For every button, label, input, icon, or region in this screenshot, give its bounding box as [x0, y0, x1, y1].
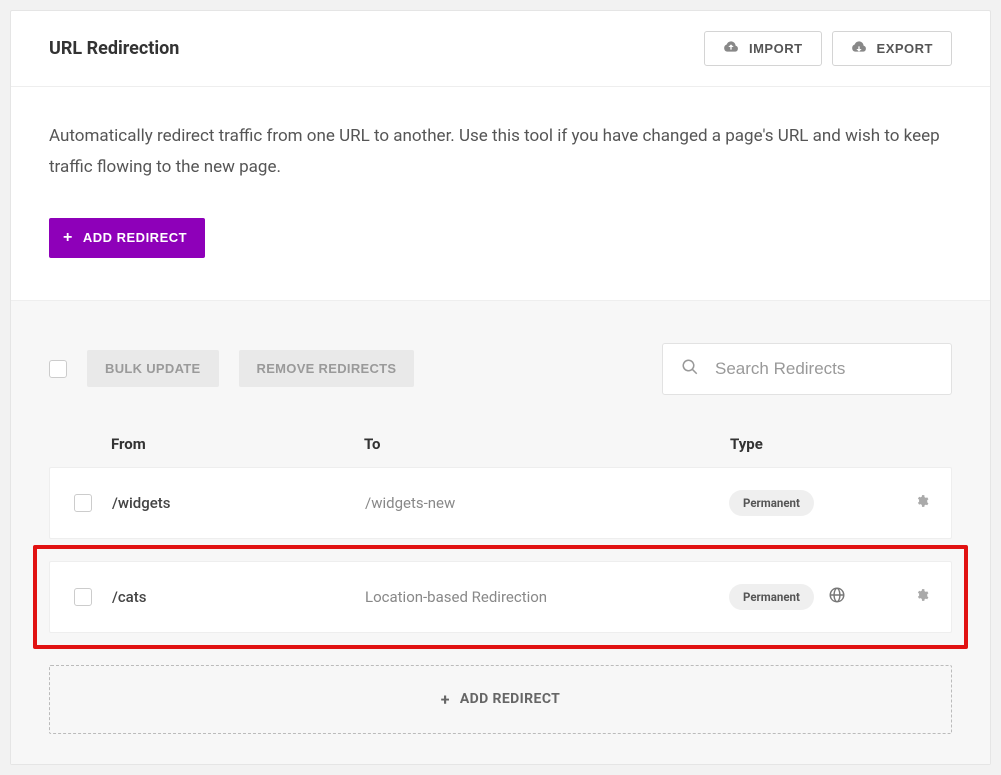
column-headers: From To Type	[49, 435, 952, 467]
add-redirect-row[interactable]: + ADD REDIRECT	[49, 665, 952, 734]
row-to: /widgets-new	[365, 494, 729, 512]
col-header-from: From	[111, 435, 364, 453]
redirect-row: /cats Location-based Redirection Permane…	[49, 561, 952, 633]
col-header-to: To	[364, 435, 730, 453]
remove-redirects-button[interactable]: REMOVE REDIRECTS	[239, 350, 415, 387]
gear-icon[interactable]	[915, 493, 929, 512]
search-container[interactable]	[662, 343, 952, 395]
row-from: /widgets	[112, 494, 365, 512]
bulk-update-button[interactable]: BULK UPDATE	[87, 350, 219, 387]
url-redirection-card: URL Redirection IMPORT EXPORT Automatica…	[10, 10, 991, 765]
add-redirect-button[interactable]: + ADD REDIRECT	[49, 218, 205, 258]
row-to: Location-based Redirection	[365, 588, 729, 606]
cloud-upload-icon	[723, 41, 739, 56]
gear-icon[interactable]	[915, 587, 929, 606]
redirect-list-area: BULK UPDATE REMOVE REDIRECTS From To Typ…	[11, 301, 990, 764]
card-header: URL Redirection IMPORT EXPORT	[11, 11, 990, 87]
import-button[interactable]: IMPORT	[704, 31, 822, 66]
cloud-download-icon	[851, 41, 867, 56]
row-checkbox[interactable]	[74, 588, 92, 606]
export-label: EXPORT	[877, 41, 933, 56]
type-badge: Permanent	[729, 584, 814, 610]
header-actions: IMPORT EXPORT	[704, 31, 952, 66]
row-from: /cats	[112, 588, 365, 606]
list-toolbar: BULK UPDATE REMOVE REDIRECTS	[49, 343, 952, 395]
highlighted-row-box: /cats Location-based Redirection Permane…	[33, 545, 968, 649]
select-all-checkbox[interactable]	[49, 360, 67, 378]
add-redirect-label: ADD REDIRECT	[83, 230, 187, 245]
plus-icon: +	[441, 690, 450, 709]
redirect-row: /widgets /widgets-new Permanent	[49, 467, 952, 539]
plus-icon: +	[63, 230, 73, 246]
type-badge: Permanent	[729, 490, 814, 516]
col-header-type: Type	[730, 435, 930, 453]
export-button[interactable]: EXPORT	[832, 31, 952, 66]
page-title: URL Redirection	[49, 38, 179, 59]
globe-icon	[828, 586, 846, 608]
add-redirect-label: ADD REDIRECT	[460, 691, 560, 707]
search-icon	[681, 358, 699, 380]
row-checkbox[interactable]	[74, 494, 92, 512]
description-text: Automatically redirect traffic from one …	[49, 121, 952, 184]
card-body: Automatically redirect traffic from one …	[11, 87, 990, 301]
search-input[interactable]	[713, 358, 933, 380]
import-label: IMPORT	[749, 41, 803, 56]
